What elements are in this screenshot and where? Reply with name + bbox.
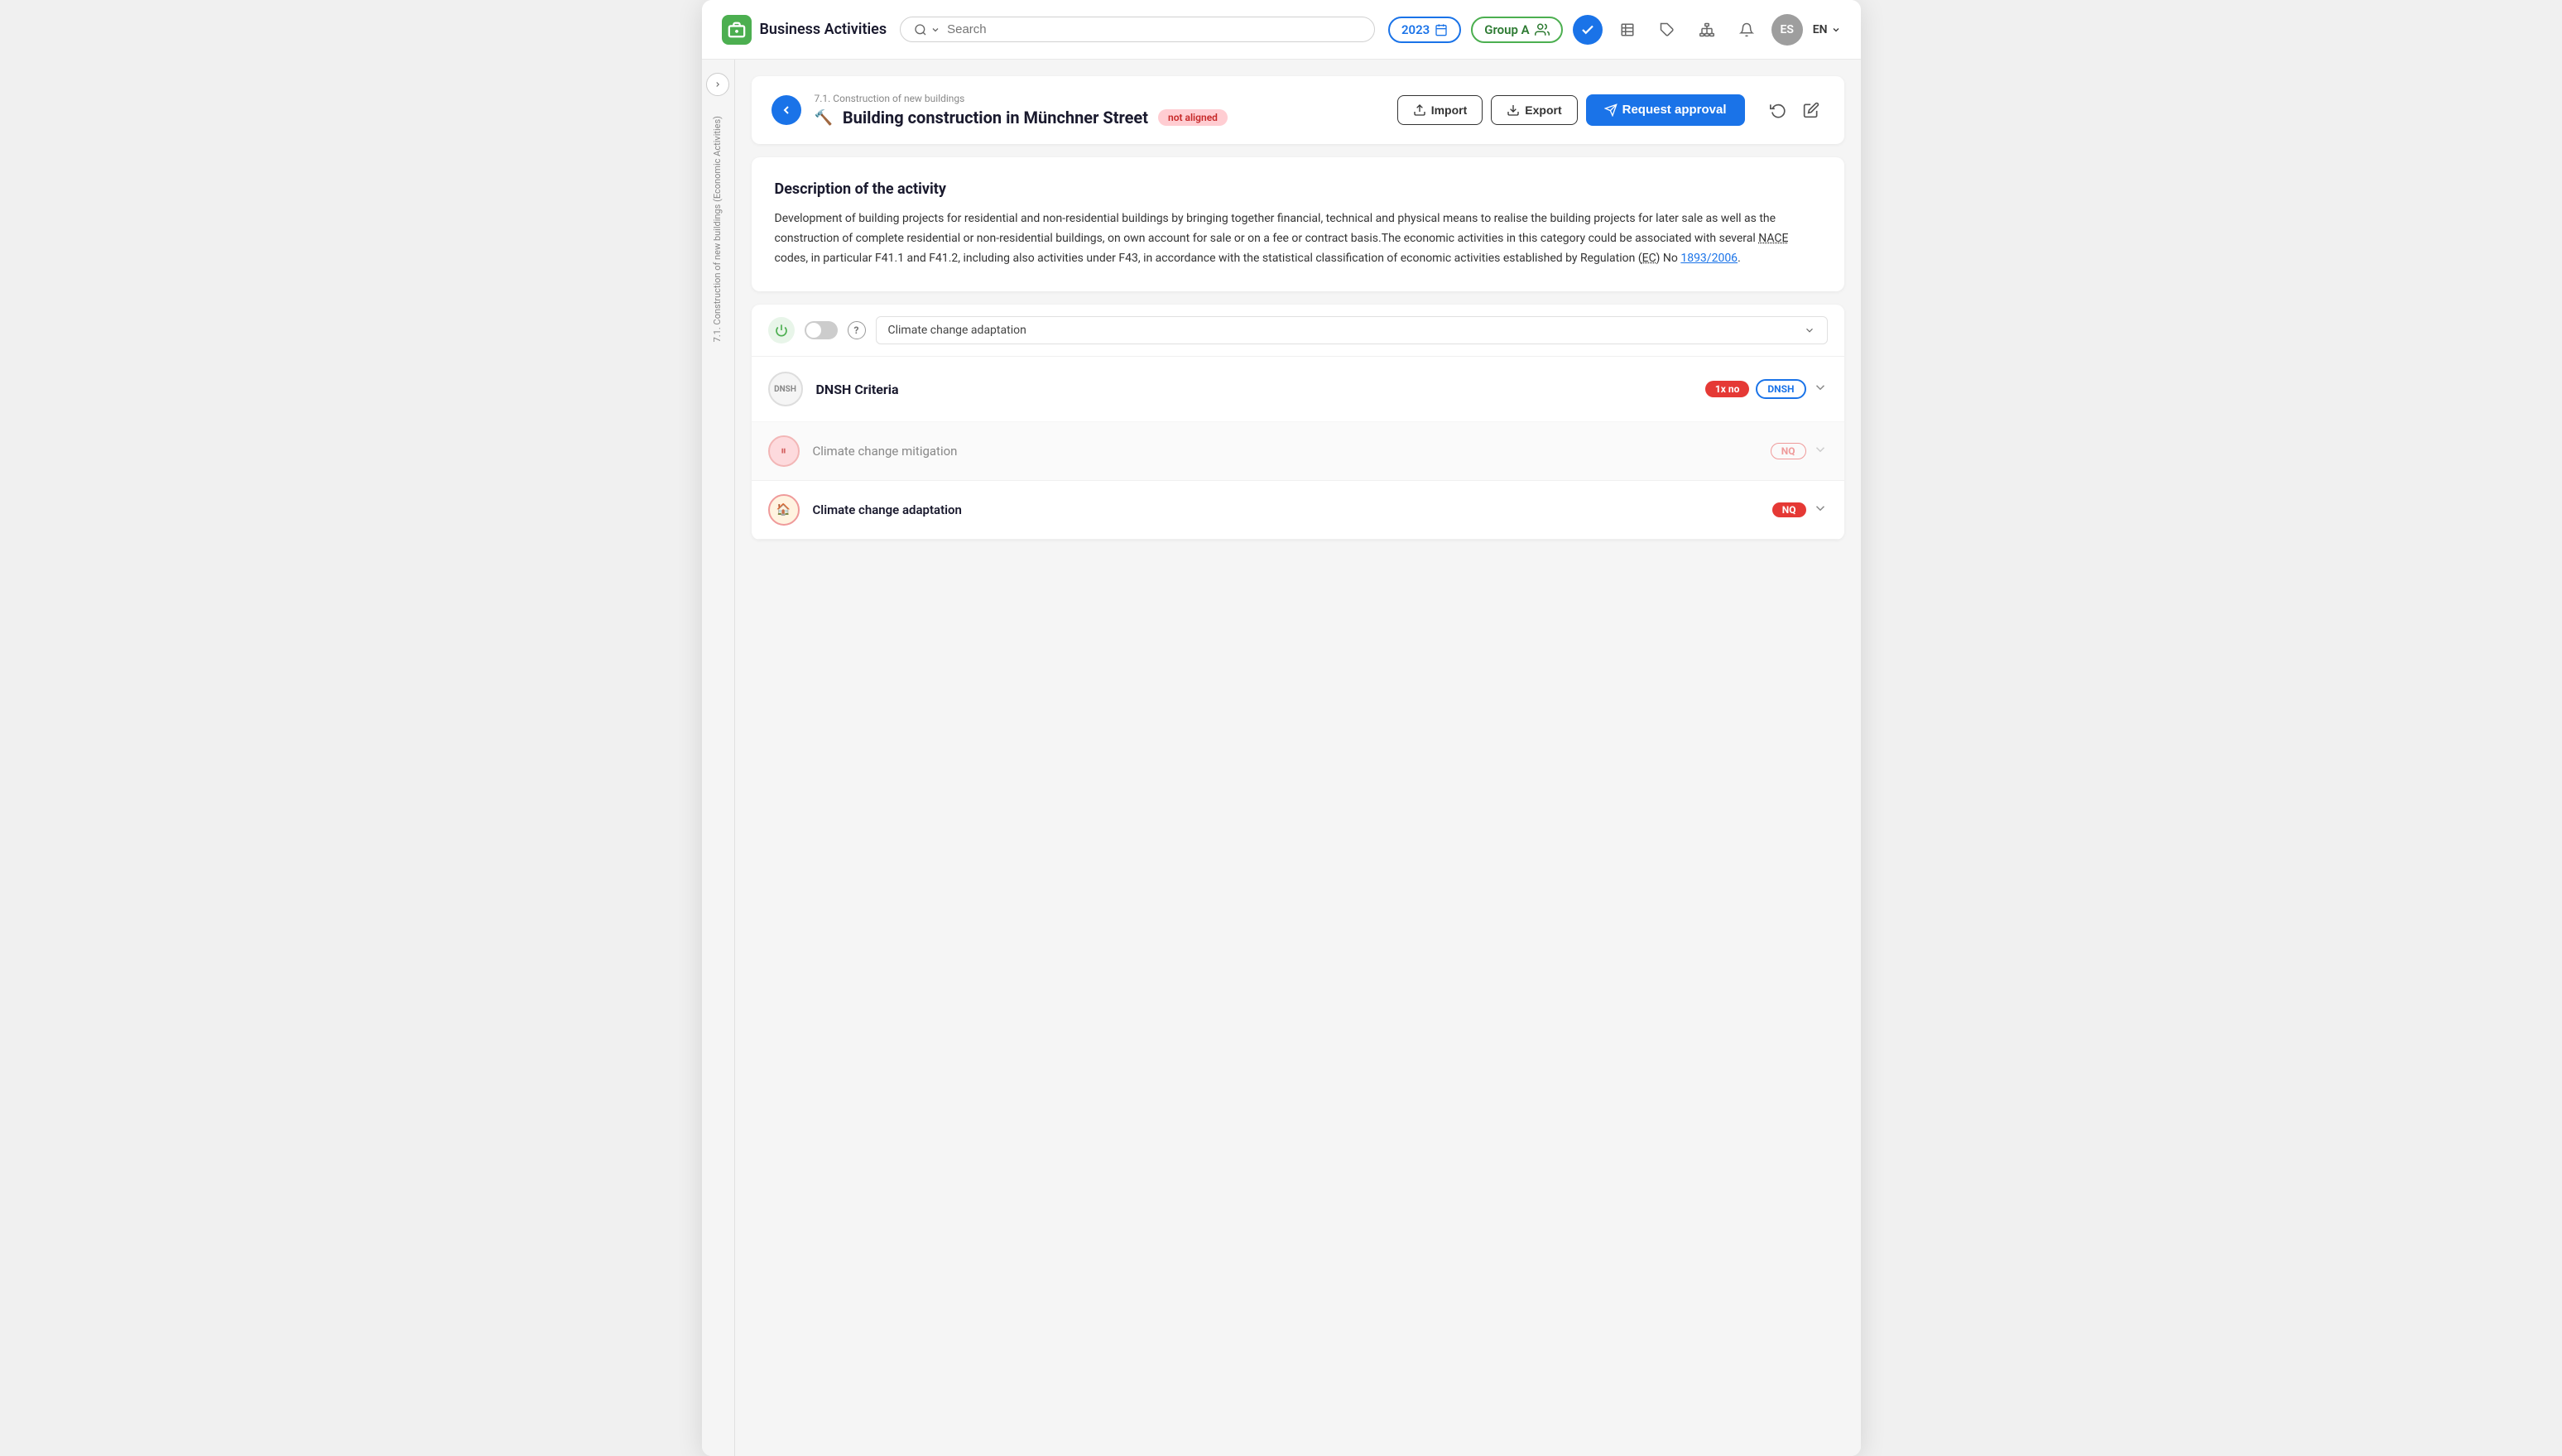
table-icon	[1620, 22, 1635, 37]
check-icon	[1580, 22, 1595, 37]
dnsh-icon: DNSH	[768, 372, 803, 406]
search-icon-wrap[interactable]	[914, 23, 940, 36]
activity-subtitle: 7.1. Construction of new buildings	[815, 93, 1384, 104]
activity-title-row: 🔨 Building construction in Münchner Stre…	[815, 108, 1384, 127]
send-icon	[1604, 103, 1617, 117]
ec-reference: EC	[1642, 252, 1656, 265]
group-icon	[1535, 22, 1550, 37]
table-icon-button[interactable]	[1613, 15, 1642, 45]
header-right: 2023 Group A	[1388, 14, 1841, 46]
mitigation-chevron-icon	[1813, 442, 1828, 460]
brand: Business Activities	[722, 15, 887, 45]
notification-button[interactable]	[1732, 15, 1762, 45]
help-button[interactable]: ?	[848, 321, 866, 339]
avatar[interactable]: ES	[1771, 14, 1803, 46]
criteria-section: ? Climate change adaptation DNSH DNSH Cr…	[752, 305, 1844, 540]
toggle-switch[interactable]	[805, 321, 838, 339]
header-action-icons	[1765, 97, 1824, 123]
export-icon	[1507, 103, 1520, 117]
dnsh-tag1: 1x no	[1705, 381, 1749, 397]
mitigation-badge: NQ	[1771, 443, 1806, 459]
brand-title: Business Activities	[760, 21, 887, 38]
group-selector[interactable]: Group A	[1471, 17, 1562, 43]
dnsh-tag2: DNSH	[1756, 379, 1805, 399]
bell-icon	[1739, 22, 1754, 37]
import-button[interactable]: Import	[1397, 95, 1483, 125]
description-text: Development of building projects for res…	[775, 209, 1821, 268]
calendar-icon	[1435, 23, 1448, 36]
back-button[interactable]	[771, 95, 801, 125]
activity-header-card: 7.1. Construction of new buildings 🔨 Bui…	[752, 76, 1844, 144]
description-title: Description of the activity	[775, 180, 1821, 198]
regulation-link[interactable]: 1893/2006	[1680, 252, 1738, 265]
dnsh-criteria-row[interactable]: DNSH DNSH Criteria 1x no DNSH	[752, 357, 1844, 422]
hammer-icon: 🔨	[815, 109, 833, 127]
search-wrapper[interactable]	[900, 17, 1375, 42]
dropdown-chevron-icon	[1804, 324, 1815, 336]
nace-reference: NACE	[1758, 232, 1788, 245]
climate-adaptation-row[interactable]: 🏠 Climate change adaptation NQ	[752, 481, 1844, 540]
adaptation-label: Climate change adaptation	[813, 502, 1772, 517]
dnsh-label: DNSH Criteria	[816, 382, 1705, 397]
hierarchy-button[interactable]	[1692, 15, 1722, 45]
edit-icon	[1803, 102, 1819, 118]
chevron-down-icon	[930, 25, 940, 35]
tag-button[interactable]	[1652, 15, 1682, 45]
brand-icon	[722, 15, 752, 45]
climate-mitigation-row[interactable]: ⏸ Climate change mitigation NQ	[752, 422, 1844, 481]
chevron-right-icon	[714, 80, 722, 89]
sidebar-toggle[interactable]	[706, 73, 729, 96]
app-window: Business Activities 2023	[702, 0, 1861, 1456]
description-card: Description of the activity Development …	[752, 157, 1844, 291]
year-selector[interactable]: 2023	[1388, 17, 1461, 43]
dnsh-chevron-icon	[1813, 380, 1828, 399]
history-button[interactable]	[1765, 97, 1791, 123]
check-button[interactable]	[1573, 15, 1603, 45]
sidebar-label: 7.1. Construction of new buildings (Econ…	[711, 116, 723, 342]
action-buttons: Import Export	[1397, 94, 1745, 126]
main-layout: 7.1. Construction of new buildings (Econ…	[702, 60, 1861, 1456]
edit-button[interactable]	[1798, 97, 1824, 123]
activity-name: Building construction in Münchner Street	[843, 108, 1148, 127]
criteria-dropdown[interactable]: Climate change adaptation	[876, 316, 1828, 344]
import-icon	[1413, 103, 1426, 117]
search-icon	[914, 23, 927, 36]
power-icon	[775, 324, 788, 337]
tag-icon	[1660, 22, 1675, 37]
mitigation-icon: ⏸	[768, 435, 800, 467]
mitigation-label: Climate change mitigation	[813, 444, 1771, 459]
criteria-toolbar: ? Climate change adaptation	[752, 305, 1844, 357]
request-approval-button[interactable]: Request approval	[1586, 94, 1745, 126]
activity-info: 7.1. Construction of new buildings 🔨 Bui…	[815, 93, 1384, 127]
export-button[interactable]: Export	[1491, 95, 1577, 125]
adaptation-icon: 🏠	[768, 494, 800, 526]
status-badge: not aligned	[1158, 109, 1228, 126]
power-button[interactable]	[768, 317, 795, 344]
chevron-left-icon	[780, 103, 793, 117]
search-input[interactable]	[947, 22, 1361, 36]
search-container	[900, 17, 1375, 42]
hierarchy-icon	[1699, 22, 1714, 37]
history-icon	[1770, 102, 1786, 118]
content-area: 7.1. Construction of new buildings 🔨 Bui…	[735, 60, 1861, 1456]
lang-chevron-icon	[1831, 25, 1841, 35]
adaptation-chevron-icon	[1813, 501, 1828, 519]
sidebar: 7.1. Construction of new buildings (Econ…	[702, 60, 735, 1456]
header: Business Activities 2023	[702, 0, 1861, 60]
adaptation-badge: NQ	[1772, 502, 1806, 517]
language-selector[interactable]: EN	[1813, 23, 1841, 36]
